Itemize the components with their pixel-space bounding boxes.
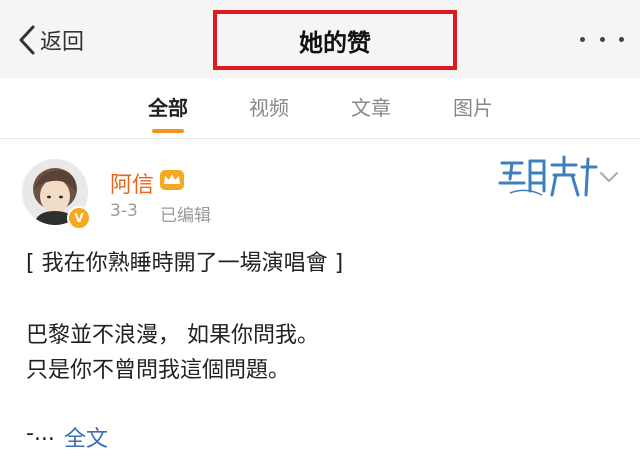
post-card: V 阿信 3-3 已编辑 [ 我在你熟睡時開了一場演唱會 ] 巴黎並不浪漫， 如… — [0, 139, 640, 471]
tab-images[interactable]: 图片 — [438, 92, 508, 121]
tab-all[interactable]: 全部 — [133, 92, 203, 121]
active-tab-indicator — [152, 129, 184, 133]
back-label: 返回 — [40, 30, 85, 55]
chevron-down-icon[interactable] — [598, 169, 620, 183]
chevron-left-icon — [18, 24, 36, 56]
post-text-line: 巴黎並不浪漫， 如果你問我。 — [26, 323, 319, 348]
crown-icon — [159, 169, 185, 191]
verified-badge-icon: V — [67, 206, 91, 230]
back-button[interactable]: 返回 — [18, 22, 84, 58]
top-navigation-bar: 返回 她的赞 — [0, 0, 640, 78]
watermark-logo — [496, 151, 600, 203]
post-date: 3-3 — [110, 201, 138, 221]
post-text-line: [ 我在你熟睡時開了一場演唱會 ] — [26, 251, 344, 276]
username[interactable]: 阿信 — [110, 167, 154, 199]
full-text-link[interactable]: 全文 — [64, 421, 108, 453]
tab-bar: 全部 视频 文章 图片 — [0, 78, 640, 138]
tab-videos[interactable]: 视频 — [234, 92, 304, 121]
page-title: 她的赞 — [299, 28, 371, 57]
tab-articles[interactable]: 文章 — [336, 92, 406, 121]
ellipsis: -... — [26, 421, 55, 446]
post-text-line: 只是你不曾問我這個問題。 — [26, 358, 291, 383]
title-highlight-box: 她的赞 — [213, 10, 457, 70]
edited-label: 已编辑 — [160, 206, 211, 226]
more-options-icon[interactable] — [580, 32, 624, 46]
